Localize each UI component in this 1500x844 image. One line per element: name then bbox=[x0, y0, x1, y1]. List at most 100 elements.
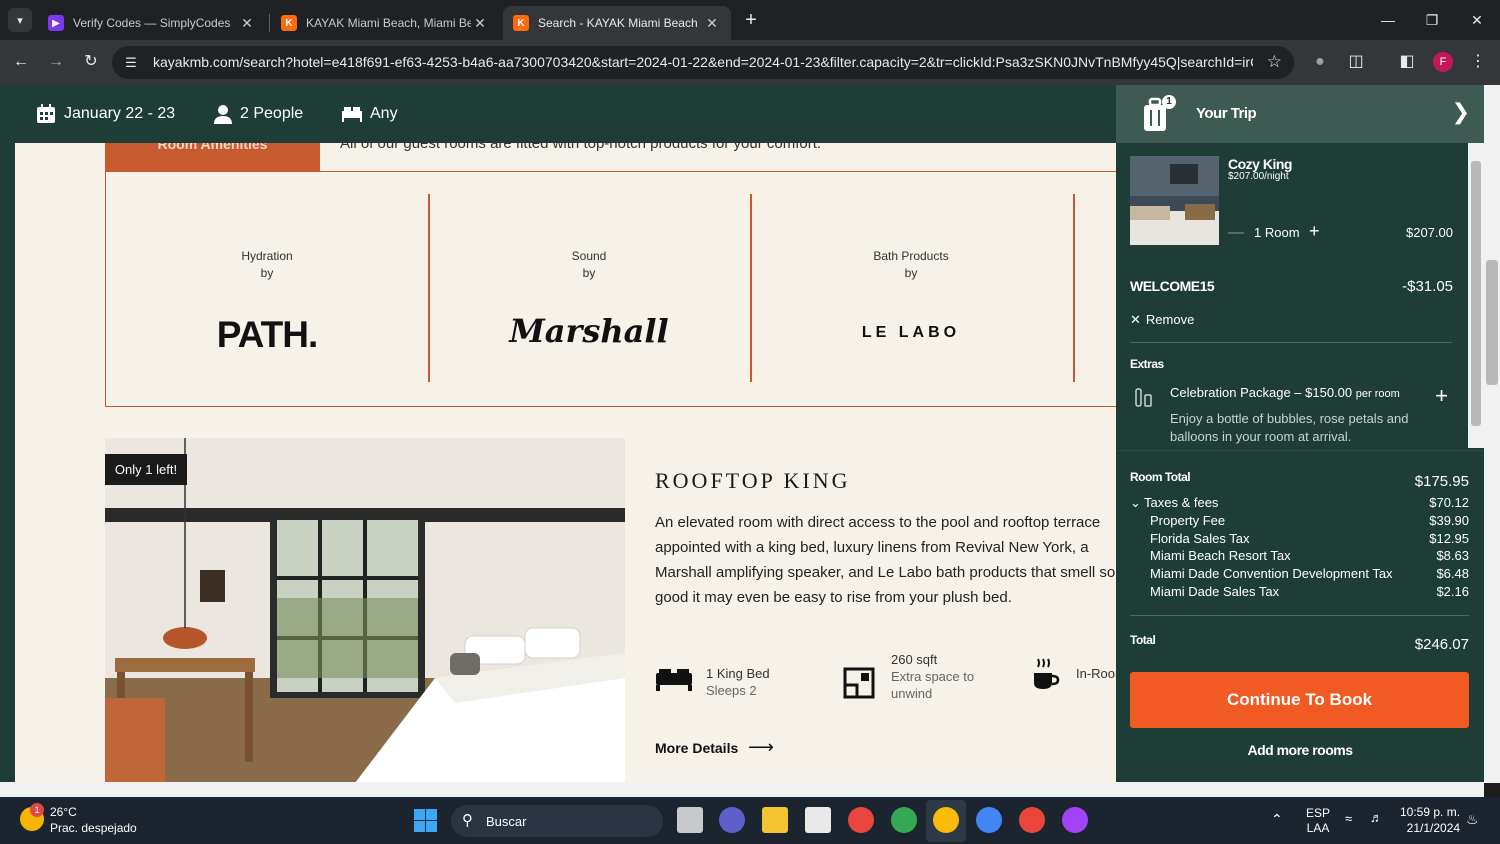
new-tab-button[interactable]: + bbox=[740, 9, 762, 31]
weather-desc[interactable]: Prac. despejado bbox=[50, 821, 137, 835]
tab-room-amenities[interactable]: Room Amenities bbox=[105, 143, 320, 171]
notifications-bell-icon[interactable]: ♨ bbox=[1466, 811, 1479, 828]
trip-count-badge: 1 bbox=[1162, 95, 1176, 109]
address-bar[interactable]: ☰ kayakmb.com/search?hotel=e418f691-ef63… bbox=[112, 46, 1294, 79]
amenity-by: by bbox=[260, 266, 274, 280]
page-vertical-scrollbar[interactable] bbox=[1484, 85, 1500, 783]
close-tab-icon[interactable]: ✕ bbox=[703, 15, 721, 32]
wifi-icon[interactable]: ≈ bbox=[1345, 811, 1352, 826]
more-details-link[interactable]: More Details ⟶ bbox=[655, 737, 774, 758]
close-tab-icon[interactable]: ✕ bbox=[471, 15, 489, 32]
back-arrow-icon[interactable]: ← bbox=[9, 50, 33, 74]
amenities-intro: All of our guest rooms are fitted with t… bbox=[340, 143, 822, 152]
language-indicator[interactable]: ESP LAA bbox=[1306, 806, 1330, 836]
chrome-profile-4-icon[interactable] bbox=[976, 807, 1002, 833]
your-trip-panel: 1 Your Trip ❯ Cozy King $207.00/night — … bbox=[1116, 85, 1484, 783]
chrome-profile-1-icon[interactable] bbox=[848, 807, 874, 833]
site-settings-icon[interactable]: ☰ bbox=[122, 54, 140, 72]
calendar-icon bbox=[37, 104, 55, 123]
feature-line: unwind bbox=[891, 686, 933, 701]
extension-icon[interactable]: ● bbox=[1308, 50, 1332, 74]
file-explorer-icon[interactable] bbox=[762, 807, 788, 833]
chrome-profile-2-icon[interactable] bbox=[891, 807, 917, 833]
browser-menu-icon[interactable]: ⋮ bbox=[1466, 50, 1490, 74]
tax-row: Miami Beach Resort Tax $8.63 bbox=[1150, 548, 1469, 563]
close-tab-icon[interactable]: ✕ bbox=[238, 15, 256, 32]
tax-row: Miami Dade Sales Tax $2.16 bbox=[1150, 584, 1469, 599]
page-horizontal-scrollbar[interactable] bbox=[0, 782, 1484, 798]
guests-selector[interactable]: 2 People bbox=[214, 103, 303, 125]
task-view-icon[interactable] bbox=[677, 807, 703, 833]
search-summary-bar: January 22 - 23 2 People Any bbox=[0, 85, 1116, 143]
url-text[interactable]: kayakmb.com/search?hotel=e418f691-ef63-4… bbox=[153, 54, 1253, 72]
remove-promo-button[interactable]: ✕ Remove bbox=[1130, 312, 1194, 328]
room-content-area: Room Amenities All of our guest rooms ar… bbox=[15, 143, 1116, 783]
chevron-down-icon: ⌄ bbox=[1130, 495, 1141, 510]
tab-search-kayak[interactable]: K Search - KAYAK Miami Beach ✕ bbox=[503, 6, 731, 40]
weather-temp[interactable]: 26°C bbox=[50, 805, 77, 819]
forward-arrow-icon[interactable]: → bbox=[44, 50, 68, 74]
tax-row: Property Fee $39.90 bbox=[1150, 513, 1469, 528]
browser-toolbar: ← → ↻ ☰ kayakmb.com/search?hotel=e418f69… bbox=[0, 40, 1500, 85]
tab-kayak-miami-beach[interactable]: K KAYAK Miami Beach, Miami Bea ✕ bbox=[271, 6, 499, 40]
chrome-profile-3-icon[interactable] bbox=[933, 807, 959, 833]
extra-package-description: Enjoy a bottle of bubbles, rose petals a… bbox=[1170, 411, 1409, 444]
amenity-by: by bbox=[904, 266, 918, 280]
close-window-button[interactable]: ✕ bbox=[1463, 8, 1491, 32]
browser-tab-strip: ▾ ▶ Verify Codes — SimplyCodes ✕ K KAYAK… bbox=[0, 0, 1500, 40]
search-icon: ⚲ bbox=[462, 812, 473, 829]
clock[interactable]: 10:59 p. m. 21/1/2024 bbox=[1400, 804, 1460, 836]
volume-icon[interactable]: ♬ bbox=[1370, 810, 1383, 825]
dates-selector[interactable]: January 22 - 23 bbox=[36, 103, 175, 125]
teams-icon[interactable] bbox=[719, 807, 745, 833]
floor-plan-icon bbox=[843, 667, 875, 699]
add-extra-button[interactable]: + bbox=[1435, 383, 1448, 409]
cozy-king-thumbnail bbox=[1130, 156, 1219, 245]
total-amount: $246.07 bbox=[1414, 636, 1469, 653]
coffee-cup-icon bbox=[1034, 658, 1060, 689]
restore-window-button[interactable]: ❐ bbox=[1418, 8, 1446, 32]
promo-code: WELCOME15 bbox=[1130, 278, 1215, 294]
path-logo: PATH. bbox=[216, 314, 319, 355]
chrome-profile-5-icon[interactable] bbox=[1019, 807, 1045, 833]
chevron-right-icon[interactable]: ❯ bbox=[1452, 99, 1470, 125]
windows-start-icon[interactable] bbox=[414, 809, 437, 832]
extensions-puzzle-icon[interactable]: ◫ bbox=[1344, 50, 1368, 74]
taskbar-search[interactable]: ⚲ Buscar bbox=[451, 805, 663, 837]
taxes-total: $70.12 bbox=[1429, 495, 1469, 510]
total-label: Total bbox=[1130, 633, 1156, 647]
continue-to-book-button[interactable]: Continue To Book bbox=[1130, 672, 1469, 728]
reload-icon[interactable]: ↻ bbox=[79, 50, 103, 74]
room-description: An elevated room with direct access to t… bbox=[655, 514, 1116, 606]
simplycodes-favicon-icon: ▶ bbox=[48, 15, 64, 31]
tax-row: Florida Sales Tax $12.95 bbox=[1150, 531, 1469, 546]
taxes-toggle[interactable]: ⌄ Taxes & fees bbox=[1130, 495, 1218, 511]
trip-panel-scrollbar[interactable] bbox=[1468, 143, 1484, 448]
profile-avatar[interactable]: F bbox=[1433, 52, 1453, 72]
increase-rooms-button[interactable]: + bbox=[1309, 221, 1320, 242]
amenity-label: Sound bbox=[571, 249, 607, 263]
add-more-rooms-link[interactable]: Add more rooms bbox=[1116, 742, 1484, 758]
your-trip-header[interactable]: 1 Your Trip ❯ bbox=[1116, 85, 1484, 143]
tab-title: KAYAK Miami Beach, Miami Bea bbox=[306, 16, 471, 30]
beds-selector[interactable]: Any bbox=[342, 103, 398, 125]
minimize-window-button[interactable]: — bbox=[1374, 8, 1402, 32]
tab-title: Search - KAYAK Miami Beach bbox=[538, 16, 698, 30]
arrow-right-icon: ⟶ bbox=[748, 737, 774, 757]
side-panel-icon[interactable]: ◧ bbox=[1395, 50, 1419, 74]
amenity-by: by bbox=[582, 266, 596, 280]
chrome-profile-6-icon[interactable] bbox=[1062, 807, 1088, 833]
amenities-panel: Hydration by PATH. Sound by Marshall Bat… bbox=[105, 171, 1116, 407]
tab-verify-codes[interactable]: ▶ Verify Codes — SimplyCodes ✕ bbox=[38, 6, 266, 40]
person-icon bbox=[214, 105, 232, 124]
bookmark-star-icon[interactable]: ☆ bbox=[1267, 52, 1282, 72]
amenity-label: Hydration bbox=[241, 249, 293, 263]
bedroom-illustration bbox=[105, 438, 625, 783]
chevron-up-icon[interactable]: ⌃ bbox=[1271, 811, 1283, 828]
tab-search-menu-button[interactable]: ▾ bbox=[8, 8, 32, 32]
decrease-rooms-button[interactable]: — bbox=[1228, 224, 1244, 242]
room-photo[interactable]: Only 1 left! bbox=[105, 438, 625, 783]
amenity-label: Bath Products bbox=[873, 249, 949, 263]
amenity-bath: Bath Products by bbox=[791, 248, 1031, 282]
microsoft-store-icon[interactable] bbox=[805, 807, 831, 833]
